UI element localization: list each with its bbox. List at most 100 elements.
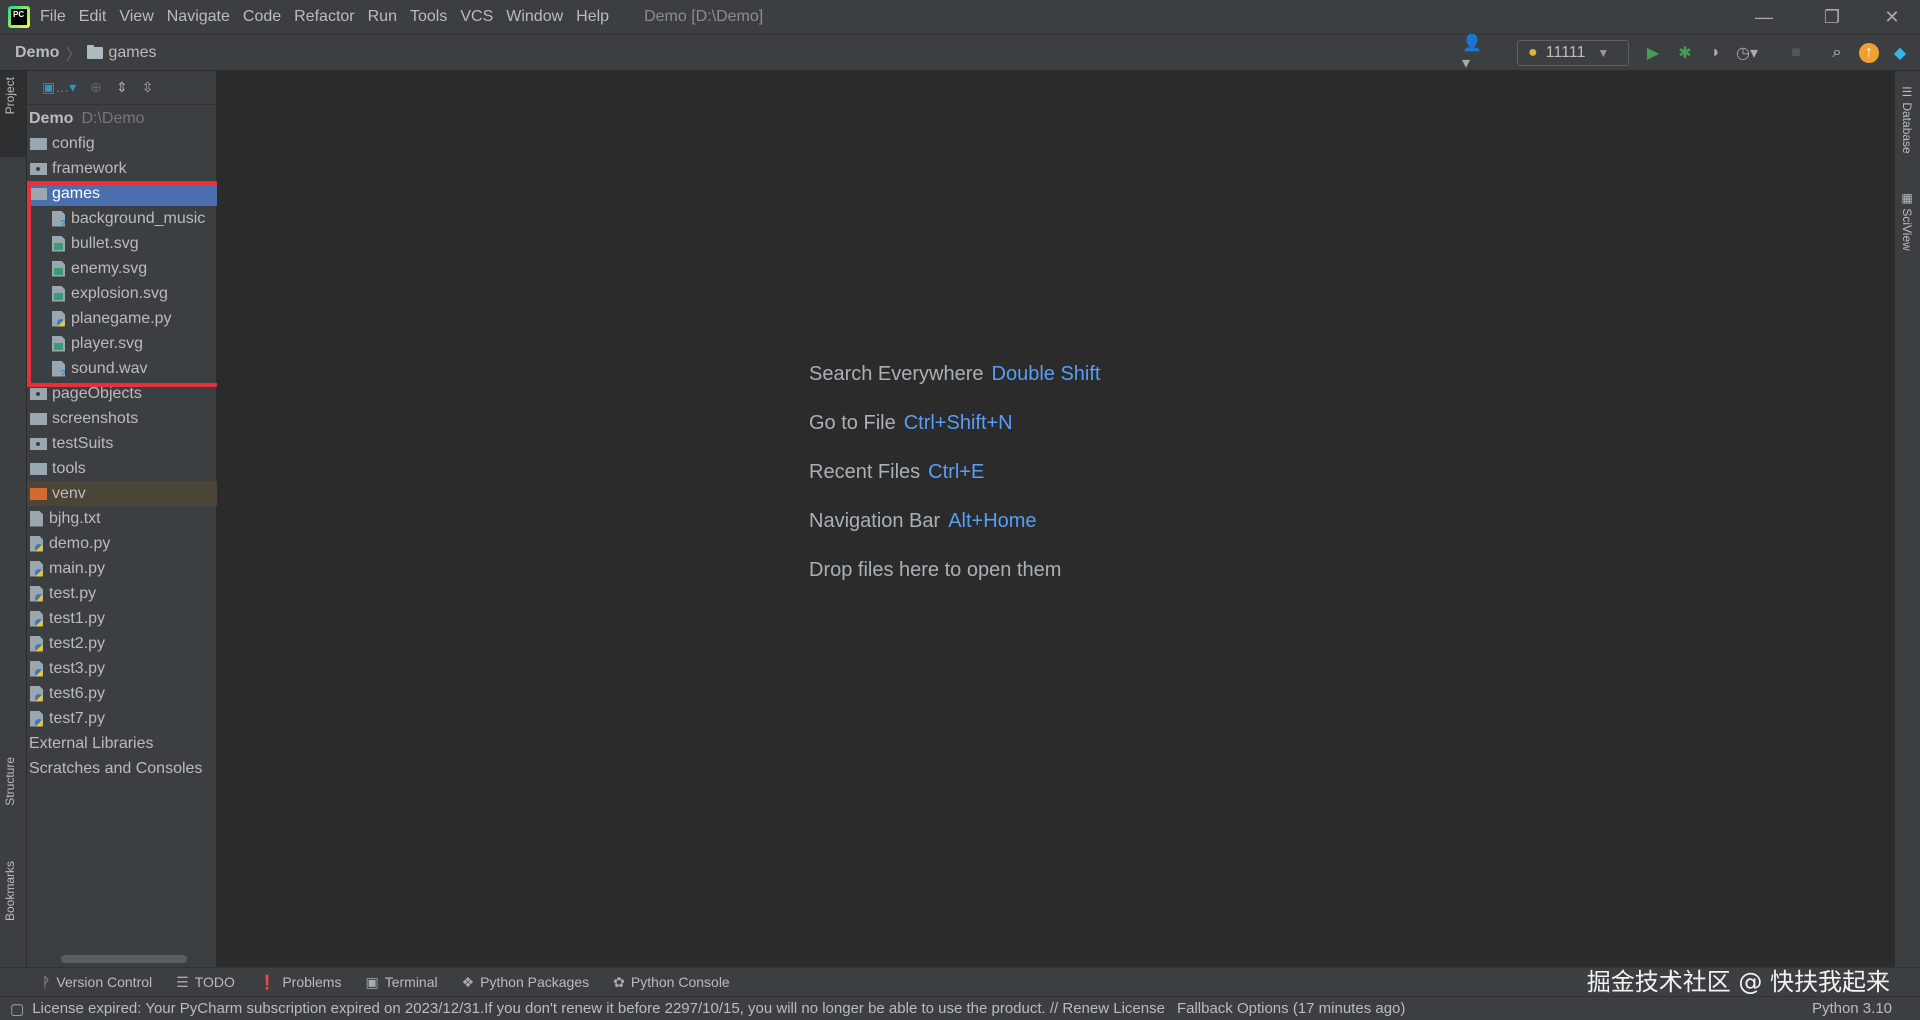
tree-item[interactable]: demo.py	[27, 531, 217, 556]
tool-window-label: Version Control	[56, 974, 153, 990]
python-icon: ●	[1528, 44, 1538, 61]
tree-item[interactable]: screenshots	[27, 406, 217, 431]
locate-icon[interactable]: ⊕	[90, 79, 102, 96]
tool-window-problems[interactable]: ❗ Problems	[259, 974, 342, 991]
hint-text: Go to File	[809, 412, 896, 434]
coverage-icon[interactable]: ◗	[1706, 43, 1726, 63]
navigation-bar: Demo 〉 games 👤▾ ● 11111 ▼ ▶ ✱ ◗ ◷▾ ■ ⌕ ↑ ◆	[0, 35, 1920, 72]
expand-all-icon[interactable]: ⇕	[116, 79, 128, 96]
tree-item[interactable]: test7.py	[27, 706, 217, 731]
hint-shortcut: Double Shift	[991, 363, 1101, 385]
tree-item[interactable]: test2.py	[27, 631, 217, 656]
hint-shortcut: Alt+Home	[948, 510, 1037, 532]
close-button[interactable]: ✕	[1864, 0, 1920, 35]
status-fallback[interactable]: Fallback Options (17 minutes ago)	[1177, 1000, 1405, 1017]
tool-window-todo[interactable]: ☰ TODO	[176, 974, 235, 991]
tree-item[interactable]: test.py	[27, 581, 217, 606]
status-message[interactable]: License expired: Your PyCharm subscripti…	[32, 1000, 1165, 1017]
run-configuration-select[interactable]: ● 11111 ▼	[1517, 40, 1629, 66]
tree-item-label: framework	[52, 159, 127, 177]
interpreter-indicator[interactable]: Python 3.10	[1812, 1000, 1892, 1017]
hint-text: Drop files here to open them	[809, 559, 1062, 581]
tree-item[interactable]: test6.py	[27, 681, 217, 706]
menu-window[interactable]: Window	[506, 8, 563, 26]
user-account-icon[interactable]: 👤▾	[1462, 35, 1482, 72]
tree-item[interactable]: framework	[27, 156, 217, 181]
tree-item[interactable]: venv	[27, 481, 217, 506]
tab-sciview[interactable]: ▦ SciView	[1900, 191, 1914, 251]
breadcrumb-folder[interactable]: games	[108, 44, 156, 62]
tree-item-label: External Libraries	[29, 734, 154, 752]
hint-text: Recent Files	[809, 461, 921, 483]
module-folder-icon	[30, 437, 47, 450]
tree-item-label: test1.py	[49, 609, 106, 627]
view-selector-icon[interactable]: ▣…▾	[42, 79, 76, 96]
tree-item[interactable]: Scratches and Consoles	[27, 756, 217, 781]
tab-bookmarks[interactable]: Bookmarks	[3, 861, 17, 921]
jetbrains-toolbox-icon[interactable]: ◆	[1890, 43, 1910, 63]
editor-hint: Recent Files Ctrl+E	[809, 461, 984, 484]
menu-edit[interactable]: Edit	[79, 8, 107, 26]
tree-item[interactable]: External Libraries	[27, 731, 217, 756]
tree-item[interactable]: test1.py	[27, 606, 217, 631]
tool-window-version-control[interactable]: ᚹ Version Control	[42, 974, 152, 990]
python-file-icon	[30, 610, 43, 627]
menu-refactor[interactable]: Refactor	[294, 8, 354, 26]
folder-icon	[30, 412, 47, 425]
tool-window-python-console[interactable]: ✿ Python Console	[613, 974, 730, 991]
collapse-all-icon[interactable]: ⇳	[142, 79, 154, 96]
tree-item-label: screenshots	[52, 409, 139, 427]
python-file-icon	[30, 660, 43, 677]
menu-help[interactable]: Help	[576, 8, 609, 26]
horizontal-scrollbar[interactable]	[61, 955, 187, 963]
title-bar: PC File Edit View Navigate Code Refactor Run To…	[0, 0, 1920, 35]
menu-code[interactable]: Code	[243, 8, 281, 26]
tree-item[interactable]: bjhg.txt	[27, 506, 217, 531]
project-path: D:\Demo	[81, 109, 145, 127]
tree-item[interactable]: testSuits	[27, 431, 217, 456]
menu-view[interactable]: View	[119, 8, 153, 26]
tree-item[interactable]: tools	[27, 456, 217, 481]
tab-project[interactable]: Project	[3, 77, 17, 114]
stop-icon[interactable]: ■	[1786, 43, 1806, 63]
run-icon[interactable]: ▶	[1643, 43, 1663, 63]
breadcrumb-project[interactable]: Demo	[15, 44, 59, 62]
tree-item[interactable]: test3.py	[27, 656, 217, 681]
debug-icon[interactable]: ✱	[1675, 43, 1695, 63]
version-control-icon: ᚹ	[42, 974, 51, 990]
tab-database[interactable]: ☰ Database	[1900, 85, 1914, 154]
hint-shortcut: Ctrl+E	[928, 461, 985, 483]
tree-item-label: Scratches and Consoles	[29, 759, 203, 777]
tree-root[interactable]: Demo D:\Demo	[27, 106, 217, 131]
restore-button[interactable]: ❐	[1804, 0, 1860, 35]
tool-window-terminal[interactable]: ▣ Terminal	[365, 974, 437, 991]
tool-window-python-packages[interactable]: ❖ Python Packages	[462, 974, 590, 991]
tree-item[interactable]: config	[27, 131, 217, 156]
editor-empty-area[interactable]: Search Everywhere Double Shift Go to File C…	[217, 71, 1894, 967]
tree-item-label: test3.py	[49, 659, 106, 677]
tree-item-label: test2.py	[49, 634, 106, 652]
tree-item-label: demo.py	[49, 534, 111, 552]
editor-hint: Drop files here to open them	[809, 559, 1061, 582]
python-file-icon	[30, 535, 43, 552]
tab-structure[interactable]: Structure	[3, 757, 17, 806]
menu-run[interactable]: Run	[368, 8, 397, 26]
python-file-icon	[30, 635, 43, 652]
layout-icon[interactable]: ▢	[10, 1000, 24, 1018]
tree-item-label: test7.py	[49, 709, 106, 727]
tree-item-label: pageObjects	[52, 384, 142, 402]
menu-vcs[interactable]: VCS	[460, 8, 493, 26]
update-icon[interactable]: ↑	[1859, 43, 1879, 63]
hint-shortcut: Ctrl+Shift+N	[903, 412, 1013, 434]
problems-icon: ❗	[258, 973, 277, 990]
search-icon[interactable]: ⌕	[1827, 43, 1847, 63]
minimize-button[interactable]: —	[1736, 0, 1792, 35]
menu-file[interactable]: File	[40, 8, 66, 26]
profile-icon[interactable]: ◷▾	[1736, 43, 1758, 63]
menu-navigate[interactable]: Navigate	[167, 8, 230, 26]
tree-item[interactable]: main.py	[27, 556, 217, 581]
watermark: 掘金技术社区 @ 快扶我起来	[1586, 968, 1890, 996]
menu-tools[interactable]: Tools	[410, 8, 447, 26]
terminal-icon: ▣	[365, 973, 379, 990]
chevron-down-icon: ▼	[1597, 46, 1610, 60]
